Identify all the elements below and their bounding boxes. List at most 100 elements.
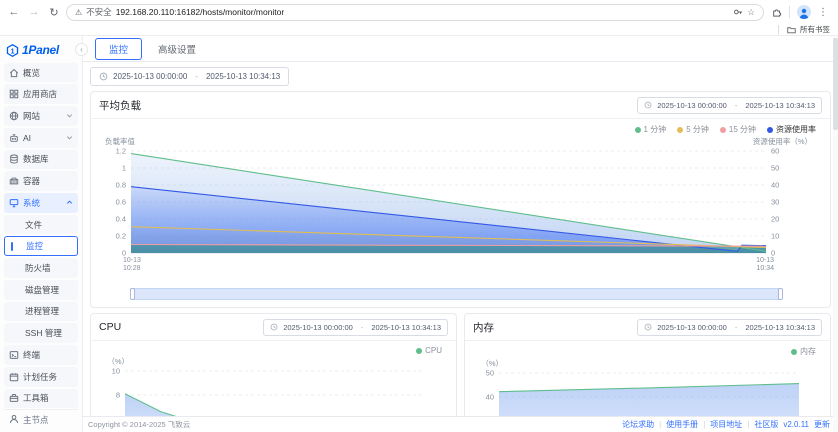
page-scrollbar[interactable] <box>833 36 838 432</box>
sidebar-item-cronjob[interactable]: 计划任务 <box>4 366 78 387</box>
sidebar-item-master-node[interactable]: 主节点 <box>4 409 78 429</box>
range-start: 2025-10-13 00:00:00 <box>113 72 188 81</box>
legend-item[interactable]: 15 分钟 <box>719 124 756 135</box>
profile-avatar[interactable] <box>797 5 811 19</box>
cpu-date-range-picker[interactable]: 2025-10-13 00:00:00 - 2025-10-13 10:34:1… <box>263 318 448 336</box>
bookmark-star-icon[interactable]: ☆ <box>747 7 755 18</box>
project-repo-link[interactable]: 项目地址 <box>710 419 742 430</box>
key-icon[interactable] <box>733 7 743 17</box>
global-date-range-picker[interactable]: 2025-10-13 00:00:00 - 2025-10-13 10:34:1… <box>90 67 290 86</box>
svg-text:30: 30 <box>771 198 779 207</box>
svg-text:10: 10 <box>112 367 120 376</box>
sidebar-item-ai[interactable]: AI <box>4 127 78 148</box>
sidebar-item-toolbox[interactable]: 工具箱 <box>4 388 78 409</box>
browser-chrome: ← → ↻ ⚠ 不安全 192.168.20.110:16182/hosts/m… <box>0 0 838 24</box>
forward-icon[interactable]: → <box>26 4 42 20</box>
cpu-card-title: CPU <box>99 321 122 333</box>
browser-actions: ⋮ <box>768 5 832 19</box>
chevron-down-icon <box>66 134 73 141</box>
legend-dot-icon <box>634 126 641 133</box>
browser-menu-icon[interactable]: ⋮ <box>818 7 828 18</box>
back-icon[interactable]: ← <box>6 4 22 20</box>
version-label[interactable]: v2.0.11 <box>783 420 809 429</box>
extension-icon[interactable] <box>772 7 782 17</box>
bottom-cards-row: CPU 2025-10-13 00:00:00 - 2025-10-13 10:… <box>90 308 831 416</box>
legend-item[interactable]: 5 分钟 <box>677 124 709 135</box>
edition-label[interactable]: 社区版 <box>754 419 778 430</box>
legend-dot-icon <box>677 126 684 133</box>
svg-text:40: 40 <box>486 393 494 402</box>
divider <box>789 6 790 18</box>
range-end: 2025-10-13 10:34:13 <box>205 72 281 81</box>
svg-text:负载率值: 负载率值 <box>105 136 135 146</box>
footer: Copyright © 2014-2025 飞致云 论坛求助 | 使用手册 | … <box>83 416 838 432</box>
memory-date-range-picker[interactable]: 2025-10-13 00:00:00 - 2025-10-13 10:34:1… <box>637 318 822 336</box>
scrollbar-thumb[interactable] <box>833 38 838 130</box>
sidebar-item-website[interactable]: 网站 <box>4 106 78 126</box>
load-chart: 0 0.2 0.4 0.6 0.8 1 1.2 0 10 20 30 40 50 60 资源使用率（%） 负载… <box>91 135 830 286</box>
app-root: 1 1Panel ‹ 概览 应用商店 网站 AI 数据库 容器 系统 文件 监控… <box>0 36 838 432</box>
sidebar-subitem-process[interactable]: 进程管理 <box>4 301 78 322</box>
toolbox-icon <box>9 393 19 403</box>
svg-text:8: 8 <box>116 391 120 400</box>
sidebar-item-container[interactable]: 容器 <box>4 171 78 191</box>
svg-text:0.2: 0.2 <box>116 232 126 241</box>
load-date-range-picker[interactable]: 2025-10-13 00:00:00 - 2025-10-13 10:34:1… <box>637 96 822 114</box>
load-chart-svg: 00.20.40.60.811.20102030405060资源使用率（%）负载… <box>105 136 812 272</box>
memory-card-title: 内存 <box>473 321 494 334</box>
sidebar-item-system[interactable]: 系统 <box>4 193 78 213</box>
update-link[interactable]: 更新 <box>814 419 830 430</box>
svg-text:50: 50 <box>486 369 494 378</box>
datazoom-left-handle[interactable] <box>130 288 135 300</box>
sidebar-item-overview[interactable]: 概览 <box>4 62 78 83</box>
sidebar-subitem-ssh[interactable]: SSH 管理 <box>4 323 78 344</box>
legend-dot-icon <box>719 126 726 133</box>
url-bar[interactable]: ⚠ 不安全 192.168.20.110:16182/hosts/monitor… <box>66 3 764 21</box>
cpu-chart: 0246810（%） <box>91 355 456 416</box>
forum-help-link[interactable]: 论坛求助 <box>622 419 654 430</box>
datazoom-slider[interactable] <box>130 288 783 300</box>
footer-links: 论坛求助 | 使用手册 | 项目地址 | 社区版 v2.0.11 更新 <box>622 419 830 430</box>
legend-item[interactable]: 1 分钟 <box>634 124 666 135</box>
logo: 1 1Panel ‹ <box>4 39 88 62</box>
cpu-chart-legend: CPU <box>91 341 456 355</box>
sidebar-item-terminal[interactable]: 终端 <box>4 345 78 365</box>
terminal-icon <box>9 350 19 360</box>
sidebar-subitem-monitor[interactable]: 监控 <box>4 236 78 257</box>
reload-icon[interactable]: ↻ <box>46 4 62 20</box>
user-icon <box>9 414 19 426</box>
sidebar-collapse-button[interactable]: ‹ <box>75 43 88 56</box>
url-text: 192.168.20.110:16182/hosts/monitor/monit… <box>115 7 285 17</box>
user-manual-link[interactable]: 使用手册 <box>666 419 698 430</box>
svg-text:10-13: 10-13 <box>756 257 774 264</box>
sidebar-subitem-firewall[interactable]: 防火墙 <box>4 258 78 278</box>
globe-icon <box>9 111 19 121</box>
sidebar-subitem-disk[interactable]: 磁盘管理 <box>4 279 78 300</box>
security-warning-icon: ⚠ <box>75 7 83 17</box>
sidebar-subitem-files[interactable]: 文件 <box>4 214 78 235</box>
memory-chart: 01020304050（%） <box>465 357 830 416</box>
bookmarks-bar: 所有书签 <box>0 24 838 36</box>
svg-text:资源使用率（%）: 资源使用率（%） <box>753 136 812 146</box>
chevron-up-icon <box>66 199 73 206</box>
datazoom-right-handle[interactable] <box>778 288 783 300</box>
memory-chart-legend: 内存 <box>465 341 830 357</box>
legend-item[interactable]: CPU <box>416 346 442 355</box>
legend-item[interactable]: 内存 <box>791 346 816 357</box>
legend-item[interactable]: 资源使用率 <box>767 124 816 135</box>
svg-text:10:28: 10:28 <box>123 265 141 272</box>
sidebar: 1 1Panel ‹ 概览 应用商店 网站 AI 数据库 容器 系统 文件 监控… <box>0 36 88 432</box>
clock-icon <box>644 323 652 331</box>
svg-text:10:34: 10:34 <box>756 265 774 272</box>
sidebar-item-appstore[interactable]: 应用商店 <box>4 84 78 105</box>
database-icon <box>9 154 19 164</box>
sidebar-item-database[interactable]: 数据库 <box>4 149 78 170</box>
tab-monitor[interactable]: 监控 <box>95 37 143 60</box>
svg-text:（%）: （%） <box>107 357 129 366</box>
cpu-chart-svg: 0246810（%） <box>107 357 425 416</box>
robot-icon <box>9 133 19 143</box>
all-bookmarks-label[interactable]: 所有书签 <box>800 24 830 35</box>
tab-advanced-settings[interactable]: 高级设置 <box>158 42 196 56</box>
load-chart-legend: 1 分钟 5 分钟 15 分钟 资源使用率 <box>91 119 830 135</box>
container-icon <box>9 176 19 186</box>
